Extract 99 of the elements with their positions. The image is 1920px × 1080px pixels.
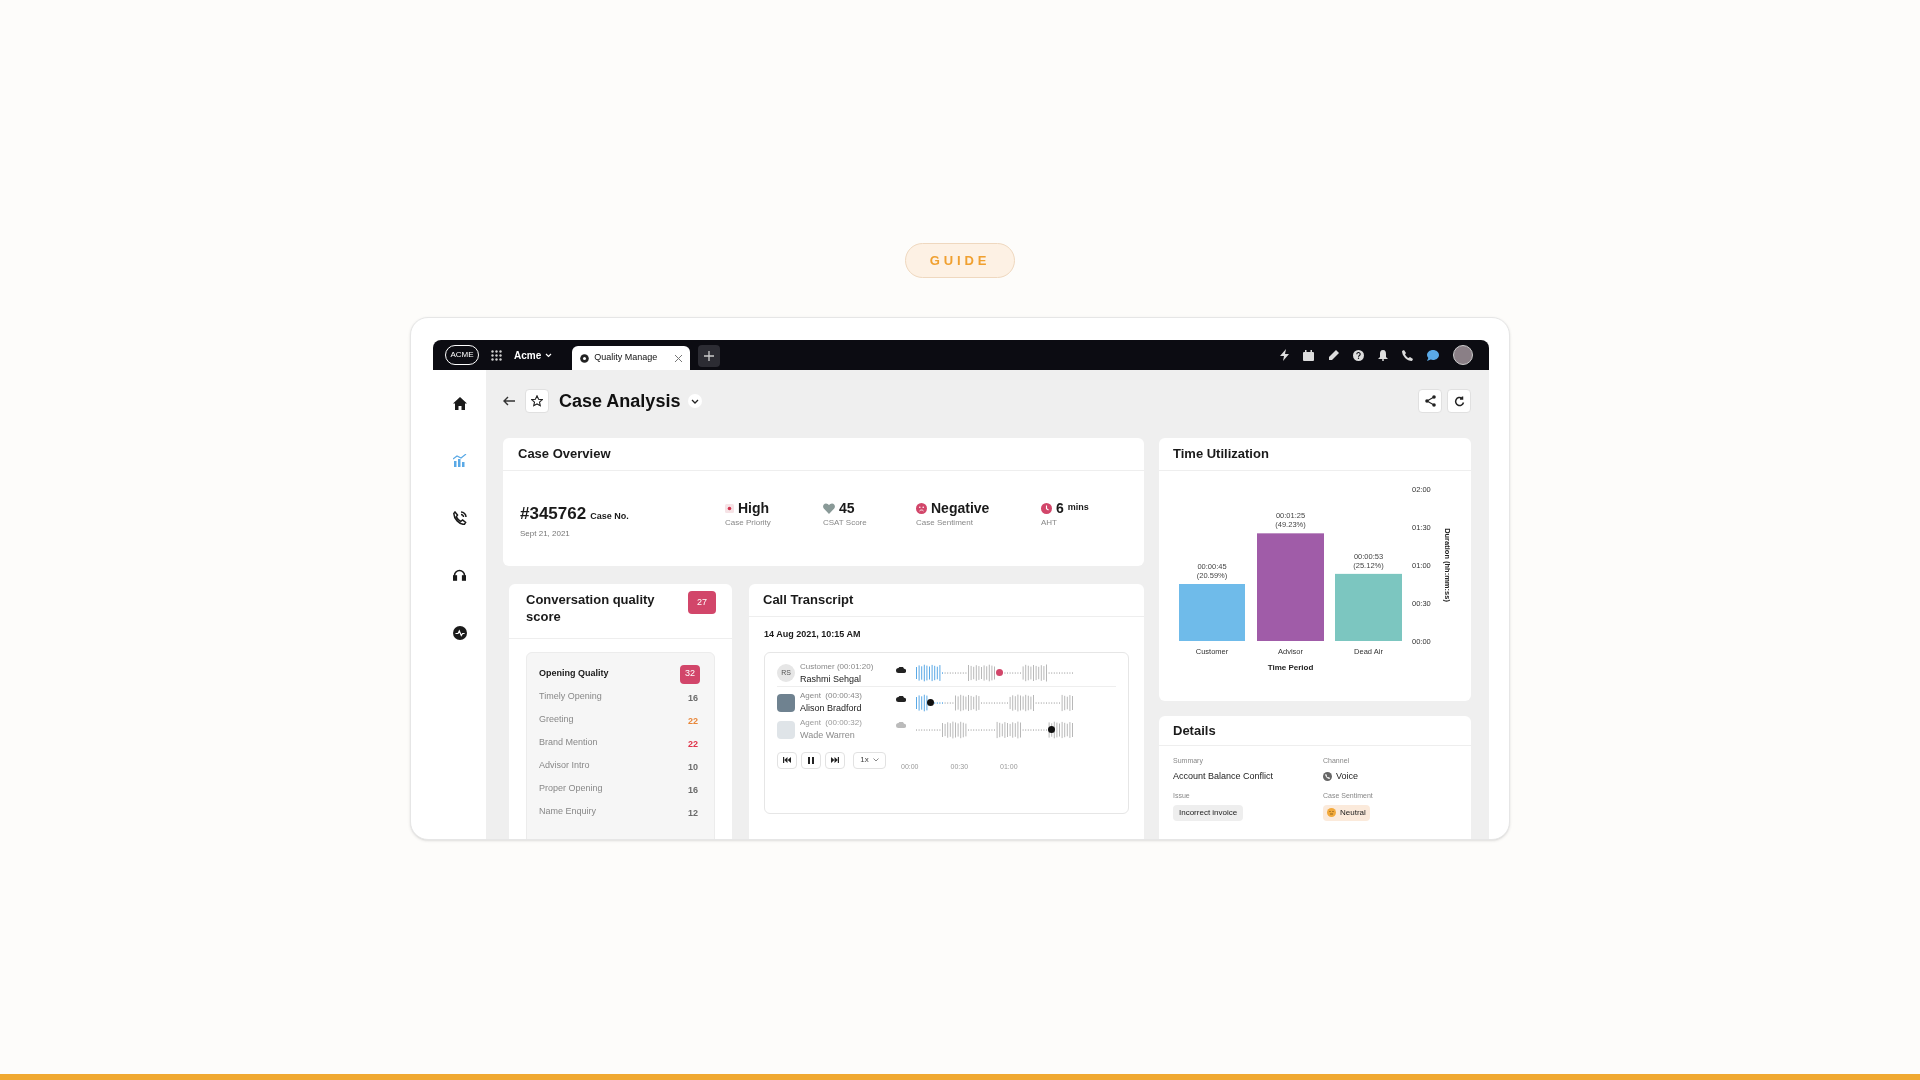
chevron-down-icon xyxy=(872,758,879,762)
score-badge: 27 xyxy=(688,591,716,614)
field-value: Account Balance Conflict xyxy=(1173,769,1275,783)
favorite-button[interactable] xyxy=(525,389,549,413)
bolt-icon[interactable] xyxy=(1280,349,1289,361)
browser-tab[interactable]: Quality Manage xyxy=(572,346,691,370)
apps-grid-icon[interactable] xyxy=(491,349,502,361)
bar xyxy=(1179,584,1245,641)
next-button[interactable] xyxy=(825,751,845,769)
criterion-score: 16 xyxy=(688,783,699,797)
cloud-download-icon[interactable] xyxy=(896,696,906,702)
priority-icon xyxy=(725,503,734,513)
card-title: Call Transcript xyxy=(763,591,854,610)
photo-placeholder xyxy=(777,720,795,739)
criterion-score: 12 xyxy=(688,806,699,820)
plus-icon xyxy=(704,351,715,361)
case-number: #345762 xyxy=(520,503,587,525)
pause-button[interactable] xyxy=(801,751,821,769)
playhead[interactable] xyxy=(926,698,934,706)
criterion-label: Advisor Intro xyxy=(539,758,590,772)
call-date: 14 Aug 2021, 10:15 AM xyxy=(763,628,862,641)
sentiment-tag: Neutral xyxy=(1323,804,1370,821)
refresh-button[interactable] xyxy=(1447,389,1471,413)
skip-forward-icon xyxy=(831,757,839,763)
title-dropdown-button[interactable] xyxy=(688,394,703,408)
headset-icon[interactable] xyxy=(453,569,466,582)
criterion-label: Proper Opening xyxy=(539,781,603,795)
sad-face-icon xyxy=(916,502,927,514)
workspace-dropdown[interactable]: Acme xyxy=(514,347,553,363)
cloud-download-icon[interactable] xyxy=(896,666,906,673)
card-title: Conversation quality score xyxy=(526,591,656,625)
speaker-role: Agent (00:00:32) xyxy=(800,716,863,729)
pause-icon xyxy=(808,756,814,764)
skip-back-icon xyxy=(783,757,791,763)
issue-tag: Incorrect invoice xyxy=(1173,804,1244,821)
user-avatar[interactable] xyxy=(1453,345,1473,365)
criterion-label: Name Enquiry xyxy=(539,804,597,818)
pencil-icon[interactable] xyxy=(1328,349,1339,361)
metric-label: Case Priority xyxy=(725,517,772,529)
heart-icon xyxy=(823,502,835,514)
metric-value: 45 xyxy=(839,501,855,515)
photo-placeholder xyxy=(777,693,795,712)
score-badge: 32 xyxy=(680,664,700,684)
star-icon xyxy=(531,395,543,407)
bar xyxy=(1335,573,1402,641)
speaker-role: Customer (00:01:20) xyxy=(800,660,875,673)
calendar-icon[interactable] xyxy=(1303,349,1314,361)
criterion-score: 16 xyxy=(688,691,699,705)
back-arrow-icon[interactable] xyxy=(503,396,515,406)
metric-value: High xyxy=(738,501,770,515)
phone-call-icon[interactable] xyxy=(452,511,467,525)
card-title: Time Utilization xyxy=(1173,445,1269,464)
phone-icon[interactable] xyxy=(1402,349,1413,361)
criterion-label: Timely Opening xyxy=(539,689,602,703)
metric-value: Negative xyxy=(931,501,990,515)
speaker-name: Alison Bradford xyxy=(800,702,863,715)
speaker-name: Rashmi Sehgal xyxy=(800,672,863,686)
page-title: Case Analysis xyxy=(559,389,681,413)
refresh-icon xyxy=(1453,395,1465,407)
speed-dropdown[interactable]: 1x xyxy=(853,751,886,769)
chevron-down-icon xyxy=(545,352,553,358)
bell-icon[interactable] xyxy=(1378,349,1388,361)
clock-icon xyxy=(1041,502,1052,514)
criterion-score: 22 xyxy=(688,737,699,751)
chevron-down-icon xyxy=(691,398,700,404)
metric-label: AHT xyxy=(1041,517,1058,529)
neutral-face-icon xyxy=(1327,808,1336,817)
share-icon xyxy=(1424,395,1436,407)
gear-icon xyxy=(580,353,590,363)
bar-chart-icon[interactable] xyxy=(452,454,467,467)
speaker-name: Wade Warren xyxy=(800,728,856,742)
phone-icon xyxy=(1323,771,1332,781)
guide-badge: GUIDE xyxy=(904,243,1016,278)
speaker-role: Agent (00:00:43) xyxy=(800,690,863,702)
metric-label: Case Sentiment xyxy=(916,517,974,529)
card-title: Details xyxy=(1173,721,1216,740)
case-date: Sept 21, 2021 xyxy=(520,527,571,540)
criterion-label: Brand Mention xyxy=(539,735,598,749)
case-number-label: Case No. xyxy=(590,510,629,523)
criterion-score: 22 xyxy=(688,714,699,728)
chat-icon[interactable] xyxy=(1427,349,1439,361)
card-title: Case Overview xyxy=(518,445,611,464)
help-icon[interactable] xyxy=(1353,349,1364,361)
criterion-score: 10 xyxy=(688,760,699,774)
playhead[interactable] xyxy=(1048,725,1056,733)
group-name: Opening Quality xyxy=(539,667,609,681)
previous-button[interactable] xyxy=(777,751,797,769)
new-tab-button[interactable] xyxy=(698,345,721,367)
field-value: Voice xyxy=(1336,769,1359,783)
metric-value: 6 xyxy=(1056,501,1064,515)
activity-icon[interactable] xyxy=(452,626,467,640)
audio-waveform[interactable] xyxy=(916,664,1074,683)
home-icon[interactable] xyxy=(452,397,467,410)
metric-unit: mins xyxy=(1067,501,1089,515)
axis-title: Time Period xyxy=(1267,663,1314,672)
criterion-label: Greeting xyxy=(539,712,574,726)
metric-label: CSAT Score xyxy=(823,517,868,529)
share-button[interactable] xyxy=(1418,389,1442,413)
close-icon[interactable] xyxy=(675,354,683,362)
